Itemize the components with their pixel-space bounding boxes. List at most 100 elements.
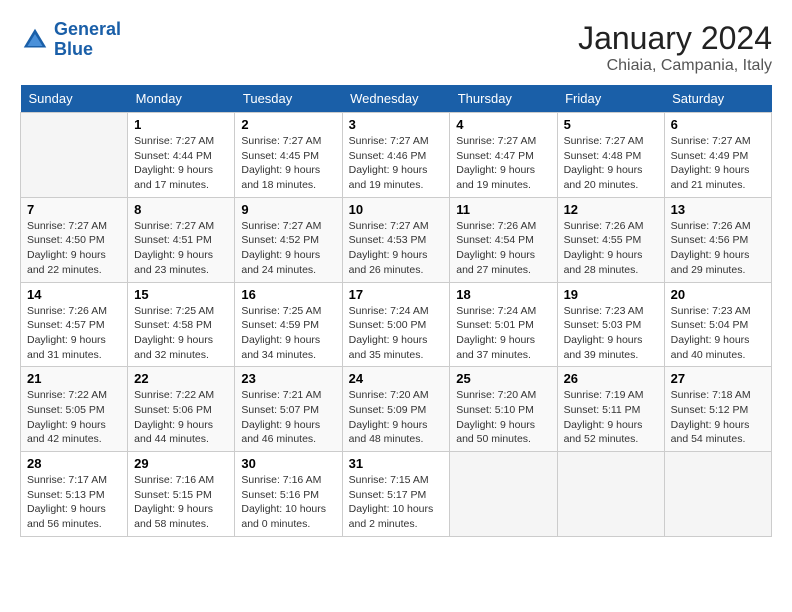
calendar-body: 1 Sunrise: 7:27 AMSunset: 4:44 PMDaylight… — [21, 113, 772, 537]
day-detail: Sunrise: 7:21 AMSunset: 5:07 PMDaylight:… — [241, 388, 335, 447]
day-detail: Sunrise: 7:22 AMSunset: 5:05 PMDaylight:… — [27, 388, 121, 447]
day-cell — [557, 452, 664, 537]
day-detail: Sunrise: 7:27 AMSunset: 4:48 PMDaylight:… — [564, 134, 658, 193]
day-detail: Sunrise: 7:27 AMSunset: 4:50 PMDaylight:… — [27, 219, 121, 278]
day-cell — [21, 113, 128, 198]
day-number: 20 — [671, 287, 765, 302]
day-detail: Sunrise: 7:27 AMSunset: 4:53 PMDaylight:… — [349, 219, 444, 278]
header-day-sunday: Sunday — [21, 85, 128, 113]
day-number: 8 — [134, 202, 228, 217]
day-detail: Sunrise: 7:25 AMSunset: 4:59 PMDaylight:… — [241, 304, 335, 363]
day-detail: Sunrise: 7:27 AMSunset: 4:45 PMDaylight:… — [241, 134, 335, 193]
day-detail: Sunrise: 7:22 AMSunset: 5:06 PMDaylight:… — [134, 388, 228, 447]
day-cell: 11 Sunrise: 7:26 AMSunset: 4:54 PMDayligh… — [450, 197, 557, 282]
day-cell: 17Sunrise: 7:24 AMSunset: 5:00 PMDayligh… — [342, 282, 450, 367]
logo-line1: General — [54, 19, 121, 39]
calendar-subtitle: Chiaia, Campania, Italy — [578, 57, 772, 75]
day-cell: 18Sunrise: 7:24 AMSunset: 5:01 PMDayligh… — [450, 282, 557, 367]
day-cell: 3Sunrise: 7:27 AMSunset: 4:46 PMDaylight… — [342, 113, 450, 198]
day-cell: 15Sunrise: 7:25 AMSunset: 4:58 PMDayligh… — [128, 282, 235, 367]
day-number: 31 — [349, 456, 444, 471]
day-cell: 4 Sunrise: 7:27 AMSunset: 4:47 PMDaylight… — [450, 113, 557, 198]
day-cell: 13 Sunrise: 7:26 AMSunset: 4:56 PMDayligh… — [664, 197, 771, 282]
day-number: 4 — [456, 117, 550, 132]
day-cell: 29 Sunrise: 7:16 AMSunset: 5:15 PMDayligh… — [128, 452, 235, 537]
day-detail: Sunrise: 7:18 AMSunset: 5:12 PMDaylight:… — [671, 388, 765, 447]
day-number: 21 — [27, 371, 121, 386]
week-row-4: 28Sunrise: 7:17 AMSunset: 5:13 PMDayligh… — [21, 452, 772, 537]
day-cell: 31 Sunrise: 7:15 AMSunset: 5:17 PMDayligh… — [342, 452, 450, 537]
day-cell: 12 Sunrise: 7:26 AMSunset: 4:55 PMDayligh… — [557, 197, 664, 282]
day-cell: 10 Sunrise: 7:27 AMSunset: 4:53 PMDayligh… — [342, 197, 450, 282]
day-detail: Sunrise: 7:27 AMSunset: 4:51 PMDaylight:… — [134, 219, 228, 278]
header-day-thursday: Thursday — [450, 85, 557, 113]
day-cell — [450, 452, 557, 537]
day-number: 25 — [456, 371, 550, 386]
day-cell: 21 Sunrise: 7:22 AMSunset: 5:05 PMDayligh… — [21, 367, 128, 452]
day-cell: 7 Sunrise: 7:27 AMSunset: 4:50 PMDaylight… — [21, 197, 128, 282]
day-cell: 30Sunrise: 7:16 AMSunset: 5:16 PMDayligh… — [235, 452, 342, 537]
day-detail: Sunrise: 7:23 AMSunset: 5:04 PMDaylight:… — [671, 304, 765, 363]
day-detail: Sunrise: 7:27 AMSunset: 4:44 PMDaylight:… — [134, 134, 228, 193]
week-row-1: 7 Sunrise: 7:27 AMSunset: 4:50 PMDaylight… — [21, 197, 772, 282]
day-number: 14 — [27, 287, 121, 302]
day-number: 9 — [241, 202, 335, 217]
header-day-wednesday: Wednesday — [342, 85, 450, 113]
day-cell: 8 Sunrise: 7:27 AMSunset: 4:51 PMDaylight… — [128, 197, 235, 282]
day-number: 17 — [349, 287, 444, 302]
day-detail: Sunrise: 7:25 AMSunset: 4:58 PMDaylight:… — [134, 304, 228, 363]
week-row-0: 1 Sunrise: 7:27 AMSunset: 4:44 PMDaylight… — [21, 113, 772, 198]
day-cell: 14Sunrise: 7:26 AMSunset: 4:57 PMDayligh… — [21, 282, 128, 367]
day-number: 29 — [134, 456, 228, 471]
day-cell: 5 Sunrise: 7:27 AMSunset: 4:48 PMDaylight… — [557, 113, 664, 198]
day-cell: 2 Sunrise: 7:27 AMSunset: 4:45 PMDaylight… — [235, 113, 342, 198]
day-cell: 22 Sunrise: 7:22 AMSunset: 5:06 PMDayligh… — [128, 367, 235, 452]
day-cell: 27 Sunrise: 7:18 AMSunset: 5:12 PMDayligh… — [664, 367, 771, 452]
day-detail: Sunrise: 7:26 AMSunset: 4:56 PMDaylight:… — [671, 219, 765, 278]
day-number: 18 — [456, 287, 550, 302]
day-number: 5 — [564, 117, 658, 132]
calendar-header: SundayMondayTuesdayWednesdayThursdayFrid… — [21, 85, 772, 113]
day-number: 7 — [27, 202, 121, 217]
day-number: 16 — [241, 287, 335, 302]
day-cell: 26Sunrise: 7:19 AMSunset: 5:11 PMDayligh… — [557, 367, 664, 452]
day-detail: Sunrise: 7:23 AMSunset: 5:03 PMDaylight:… — [564, 304, 658, 363]
day-cell: 1 Sunrise: 7:27 AMSunset: 4:44 PMDaylight… — [128, 113, 235, 198]
day-number: 19 — [564, 287, 658, 302]
day-cell: 25 Sunrise: 7:20 AMSunset: 5:10 PMDayligh… — [450, 367, 557, 452]
header-row: SundayMondayTuesdayWednesdayThursdayFrid… — [21, 85, 772, 113]
header-day-monday: Monday — [128, 85, 235, 113]
day-detail: Sunrise: 7:16 AMSunset: 5:15 PMDaylight:… — [134, 473, 228, 532]
week-row-3: 21 Sunrise: 7:22 AMSunset: 5:05 PMDayligh… — [21, 367, 772, 452]
day-detail: Sunrise: 7:27 AMSunset: 4:52 PMDaylight:… — [241, 219, 335, 278]
day-cell: 9 Sunrise: 7:27 AMSunset: 4:52 PMDaylight… — [235, 197, 342, 282]
header-day-tuesday: Tuesday — [235, 85, 342, 113]
day-detail: Sunrise: 7:20 AMSunset: 5:10 PMDaylight:… — [456, 388, 550, 447]
day-number: 23 — [241, 371, 335, 386]
day-number: 10 — [349, 202, 444, 217]
header-day-friday: Friday — [557, 85, 664, 113]
day-number: 24 — [349, 371, 444, 386]
day-number: 6 — [671, 117, 765, 132]
week-row-2: 14Sunrise: 7:26 AMSunset: 4:57 PMDayligh… — [21, 282, 772, 367]
day-detail: Sunrise: 7:15 AMSunset: 5:17 PMDaylight:… — [349, 473, 444, 532]
day-cell — [664, 452, 771, 537]
day-detail: Sunrise: 7:26 AMSunset: 4:54 PMDaylight:… — [456, 219, 550, 278]
title-block: January 2024 Chiaia, Campania, Italy — [578, 20, 772, 75]
day-number: 22 — [134, 371, 228, 386]
header-day-saturday: Saturday — [664, 85, 771, 113]
day-detail: Sunrise: 7:26 AMSunset: 4:55 PMDaylight:… — [564, 219, 658, 278]
day-number: 1 — [134, 117, 228, 132]
day-detail: Sunrise: 7:17 AMSunset: 5:13 PMDaylight:… — [27, 473, 121, 532]
day-number: 11 — [456, 202, 550, 217]
day-number: 2 — [241, 117, 335, 132]
day-cell: 6Sunrise: 7:27 AMSunset: 4:49 PMDaylight… — [664, 113, 771, 198]
day-detail: Sunrise: 7:27 AMSunset: 4:47 PMDaylight:… — [456, 134, 550, 193]
day-detail: Sunrise: 7:19 AMSunset: 5:11 PMDaylight:… — [564, 388, 658, 447]
day-number: 3 — [349, 117, 444, 132]
day-detail: Sunrise: 7:20 AMSunset: 5:09 PMDaylight:… — [349, 388, 444, 447]
day-number: 12 — [564, 202, 658, 217]
day-number: 13 — [671, 202, 765, 217]
day-number: 30 — [241, 456, 335, 471]
day-number: 27 — [671, 371, 765, 386]
